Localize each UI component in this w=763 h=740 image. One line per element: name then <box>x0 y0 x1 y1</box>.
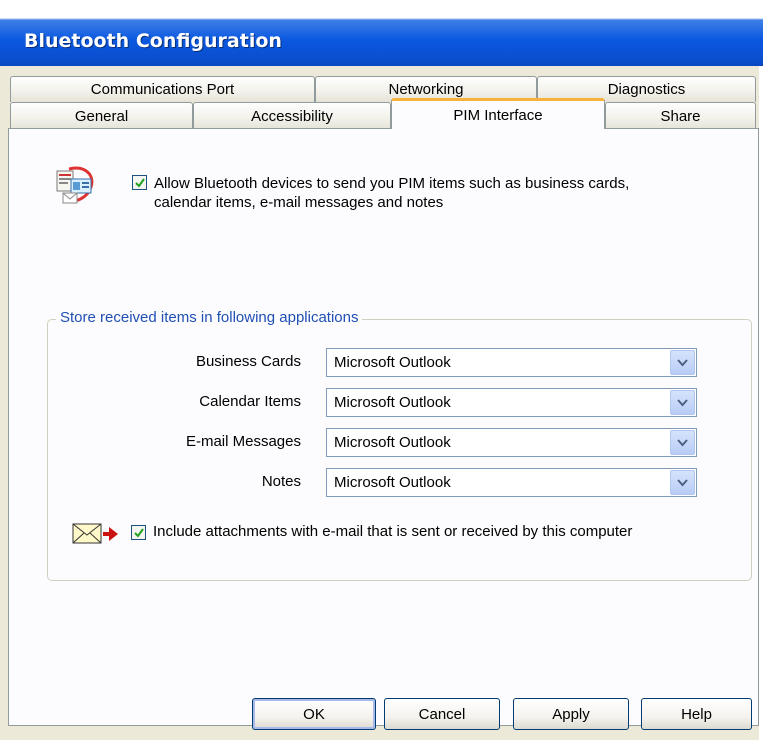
email-messages-value: Microsoft Outlook <box>334 434 451 451</box>
include-attachments-checkbox[interactable] <box>131 525 146 540</box>
calendar-items-select[interactable]: Microsoft Outlook <box>326 388 697 417</box>
chevron-down-icon <box>677 358 688 366</box>
chevron-down-icon <box>677 438 688 446</box>
ok-button[interactable]: OK <box>252 698 376 730</box>
notes-label: Notes <box>261 473 301 490</box>
store-items-group: Store received items in following applic… <box>47 309 752 581</box>
tab-pim-interface[interactable]: PIM Interface <box>391 98 605 129</box>
pim-interface-panel: Allow Bluetooth devices to send you PIM … <box>8 128 759 726</box>
business-cards-value: Microsoft Outlook <box>334 354 451 371</box>
business-cards-label: Business Cards <box>195 353 301 370</box>
pim-cards-icon <box>56 166 94 204</box>
calendar-items-label: Calendar Items <box>199 393 301 410</box>
allow-pim-label-line2: calendar items, e-mail messages and note… <box>154 194 444 211</box>
cancel-button[interactable]: Cancel <box>384 698 500 730</box>
notes-dropdown-button[interactable] <box>670 470 695 495</box>
business-cards-select[interactable]: Microsoft Outlook <box>326 348 697 377</box>
tab-communications-port[interactable]: Communications Port <box>10 76 315 102</box>
envelope-arrow-icon <box>72 523 118 544</box>
notes-value: Microsoft Outlook <box>334 474 451 491</box>
tab-accessibility[interactable]: Accessibility <box>193 102 391 129</box>
calendar-items-value: Microsoft Outlook <box>334 394 451 411</box>
store-items-legend: Store received items in following applic… <box>56 309 363 326</box>
help-button[interactable]: Help <box>641 698 752 730</box>
email-messages-label: E-mail Messages <box>185 433 301 450</box>
email-messages-dropdown-button[interactable] <box>670 430 695 455</box>
include-attachments-label: Include attachments with e-mail that is … <box>153 523 633 540</box>
window-title: Bluetooth Configuration <box>24 30 282 52</box>
checkmark-icon <box>134 177 145 188</box>
bluetooth-configuration-window: Bluetooth Configuration Communications P… <box>0 0 763 740</box>
allow-pim-checkbox[interactable] <box>132 175 147 190</box>
email-messages-select[interactable]: Microsoft Outlook <box>326 428 697 457</box>
tab-general[interactable]: General <box>10 102 193 129</box>
tab-share[interactable]: Share <box>605 102 756 129</box>
business-cards-dropdown-button[interactable] <box>670 350 695 375</box>
dialog-client-area: Communications Port Networking Diagnosti… <box>8 66 759 740</box>
calendar-items-dropdown-button[interactable] <box>670 390 695 415</box>
window-edge <box>759 66 763 740</box>
chevron-down-icon <box>677 478 688 486</box>
allow-pim-label-line1: Allow Bluetooth devices to send you PIM … <box>154 175 630 192</box>
notes-select[interactable]: Microsoft Outlook <box>326 468 697 497</box>
apply-button[interactable]: Apply <box>513 698 629 730</box>
chevron-down-icon <box>677 398 688 406</box>
allow-pim-label: Allow Bluetooth devices to send you PIM … <box>154 174 714 212</box>
title-bar[interactable]: Bluetooth Configuration <box>0 0 763 66</box>
checkmark-icon <box>133 527 144 538</box>
